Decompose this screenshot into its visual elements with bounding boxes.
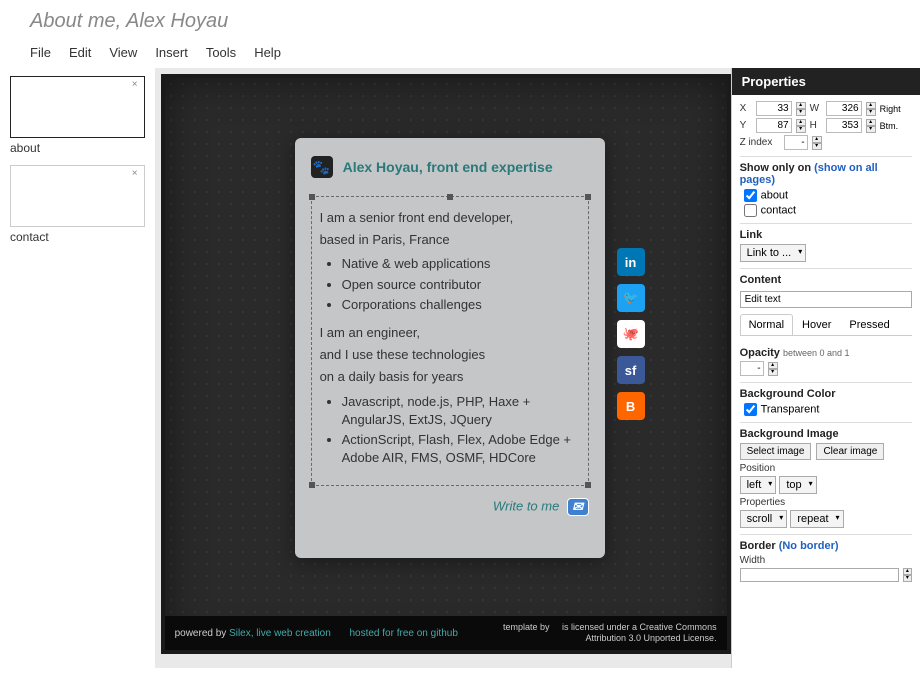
bgimage-label: Background Image: [740, 428, 912, 440]
link-section-label: Link: [740, 229, 912, 241]
right-label: Right: [880, 104, 901, 114]
twitter-icon[interactable]: 🐦: [617, 284, 645, 312]
clear-image-button[interactable]: Clear image: [816, 443, 884, 460]
powered-label: powered by: [175, 628, 227, 639]
linkedin-icon[interactable]: in: [617, 248, 645, 276]
canvas[interactable]: 🐾 Alex Hoyau, front end expertise I am a…: [161, 74, 731, 654]
position-label: Position: [740, 463, 912, 474]
tab-normal[interactable]: Normal: [740, 314, 793, 335]
tab-pressed[interactable]: Pressed: [840, 314, 898, 335]
menu-insert[interactable]: Insert: [155, 45, 188, 60]
card-title: Alex Hoyau, front end expertise: [343, 159, 553, 175]
zindex-stepper[interactable]: ▴▾: [812, 136, 822, 150]
style-tabs: Normal Hover Pressed: [740, 314, 912, 336]
menu-help[interactable]: Help: [254, 45, 281, 60]
width-label: Width: [740, 555, 912, 566]
silex-link[interactable]: Silex, live web creation: [229, 628, 331, 639]
bottom-label: Btm.: [880, 121, 899, 131]
properties-label: Properties: [740, 497, 912, 508]
write-to-me-link[interactable]: Write to me: [493, 499, 559, 514]
page-thumb-contact[interactable]: ×: [10, 165, 145, 227]
menu-file[interactable]: File: [30, 45, 51, 60]
pos-h-dropdown[interactable]: left: [740, 476, 777, 494]
opacity-hint: between 0 and 1: [783, 348, 850, 358]
zindex-label: Z index: [740, 137, 780, 148]
no-border-link[interactable]: (No border): [779, 540, 839, 552]
h-label: H: [810, 120, 822, 131]
license-pre: template by: [503, 622, 550, 632]
x-stepper[interactable]: ▴▾: [796, 102, 806, 116]
y-input[interactable]: [756, 118, 792, 133]
border-label: Border (No border): [740, 540, 912, 552]
h-stepper[interactable]: ▴▾: [866, 119, 876, 133]
w-label: W: [810, 103, 822, 114]
content-section-label: Content: [740, 274, 912, 286]
page-title: About me, Alex Hoyau: [30, 10, 890, 33]
zindex-input[interactable]: [784, 135, 808, 150]
select-image-button[interactable]: Select image: [740, 443, 812, 460]
menubar: File Edit View Insert Tools Help: [30, 45, 890, 68]
hosted-link[interactable]: hosted for free on github: [349, 628, 457, 639]
scroll-dropdown[interactable]: scroll: [740, 510, 788, 528]
content-card: 🐾 Alex Hoyau, front end expertise I am a…: [295, 138, 605, 558]
edit-text-input[interactable]: [740, 291, 912, 308]
license-text: is licensed under a Creative Commons Att…: [562, 622, 717, 643]
menu-view[interactable]: View: [109, 45, 137, 60]
tab-hover[interactable]: Hover: [793, 314, 840, 335]
y-label: Y: [740, 120, 752, 131]
canvas-wrap: 🐾 Alex Hoyau, front end expertise I am a…: [155, 68, 731, 668]
check-about-label: about: [761, 189, 789, 201]
y-stepper[interactable]: ▴▾: [796, 119, 806, 133]
blogger-icon[interactable]: B: [617, 392, 645, 420]
opacity-stepper[interactable]: ▴▾: [768, 362, 778, 376]
bgcolor-label: Background Color: [740, 388, 912, 400]
properties-panel: Properties X ▴▾ W ▴▾ Right Y ▴▾ H ▴▾ Btm…: [731, 68, 920, 668]
paw-icon: 🐾: [311, 156, 333, 178]
opacity-input[interactable]: [740, 361, 764, 376]
check-contact-label: contact: [761, 204, 796, 216]
show-only-label: Show only on (show on all pages): [740, 162, 912, 186]
close-icon[interactable]: ×: [132, 79, 138, 90]
text-block-selected[interactable]: I am a senior front end developer,based …: [311, 196, 589, 486]
opacity-label: Opacity: [740, 347, 780, 359]
border-width-input[interactable]: [740, 568, 899, 582]
page-label: about: [10, 141, 145, 155]
pos-v-dropdown[interactable]: top: [779, 476, 816, 494]
properties-header: Properties: [732, 68, 920, 95]
check-contact[interactable]: [744, 204, 757, 217]
check-about[interactable]: [744, 189, 757, 202]
social-column: in 🐦 🐙 sf B: [617, 248, 645, 420]
link-dropdown[interactable]: Link to ...: [740, 244, 807, 262]
w-stepper[interactable]: ▴▾: [866, 102, 876, 116]
sourceforge-icon[interactable]: sf: [617, 356, 645, 384]
canvas-footer: powered by Silex, live web creation host…: [165, 616, 727, 650]
menu-edit[interactable]: Edit: [69, 45, 91, 60]
h-input[interactable]: [826, 118, 862, 133]
x-input[interactable]: [756, 101, 792, 116]
transparent-label: Transparent: [761, 403, 820, 415]
github-icon[interactable]: 🐙: [617, 320, 645, 348]
transparent-check[interactable]: [744, 403, 757, 416]
close-icon[interactable]: ×: [132, 168, 138, 179]
border-width-stepper[interactable]: ▴▾: [903, 568, 912, 582]
x-label: X: [740, 103, 752, 114]
pages-panel: × about × contact: [0, 68, 155, 668]
mail-icon[interactable]: ✉: [567, 498, 589, 516]
repeat-dropdown[interactable]: repeat: [790, 510, 843, 528]
page-label: contact: [10, 230, 145, 244]
page-thumb-about[interactable]: ×: [10, 76, 145, 138]
w-input[interactable]: [826, 101, 862, 116]
menu-tools[interactable]: Tools: [206, 45, 236, 60]
